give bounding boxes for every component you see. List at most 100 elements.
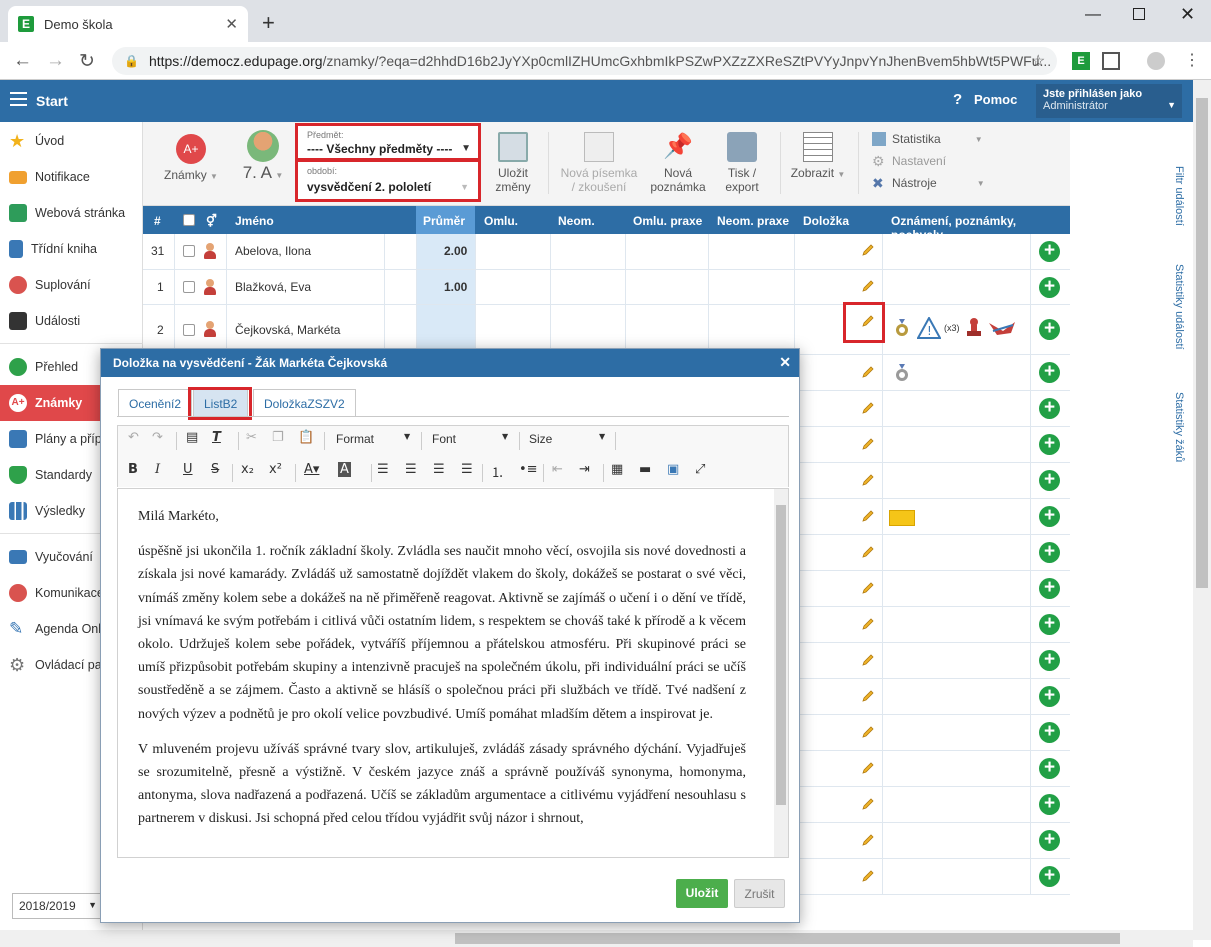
browser-menu-icon[interactable]: ⋮	[1184, 50, 1200, 70]
col-average[interactable]: Průměr	[423, 214, 465, 228]
col-name[interactable]: Jméno	[235, 214, 274, 228]
add-note-icon[interactable]: +	[1039, 398, 1060, 419]
edit-pencil-icon[interactable]	[861, 833, 875, 847]
text-color-icon[interactable]: A▾	[304, 462, 319, 477]
align-right-icon[interactable]: ☰	[433, 462, 445, 477]
add-note-icon[interactable]: +	[1039, 614, 1060, 635]
start-link[interactable]: Start	[36, 93, 68, 109]
edit-pencil-icon[interactable]	[861, 243, 875, 257]
sidebar-item-tridni-kniha[interactable]: Třídní kniha	[0, 231, 143, 267]
add-note-icon[interactable]: +	[1039, 434, 1060, 455]
add-note-icon[interactable]: +	[1039, 506, 1060, 527]
close-window-icon[interactable]: ✕	[1180, 4, 1195, 25]
justify-icon[interactable]: ☰	[461, 462, 473, 477]
statistics-menu[interactable]: Statistika ▼	[872, 132, 983, 146]
help-icon[interactable]: ?	[953, 91, 962, 108]
edit-pencil-icon[interactable]	[861, 473, 875, 487]
subject-select[interactable]: Předmět: ---- Všechny předměty ---- ▼	[295, 123, 481, 161]
underline-icon[interactable]: U	[183, 462, 193, 477]
new-tab-icon[interactable]: +	[262, 10, 275, 36]
outdent-icon[interactable]: ⇤	[552, 462, 563, 477]
minimize-icon[interactable]: —	[1085, 6, 1101, 24]
reload-icon[interactable]: ↻	[79, 50, 95, 73]
cut-icon[interactable]: ✂	[246, 430, 257, 445]
add-note-icon[interactable]: +	[1039, 686, 1060, 707]
align-center-icon[interactable]: ☰	[405, 462, 417, 477]
format-select[interactable]: Format	[336, 432, 374, 446]
close-tab-icon[interactable]: ✕	[225, 15, 238, 33]
user-menu[interactable]: Jste přihlášen jako Administrátor ▼	[1036, 84, 1182, 118]
event-stats-link[interactable]: Statistiky událostí	[1173, 264, 1185, 350]
edit-pencil-icon[interactable]	[861, 617, 875, 631]
add-note-icon[interactable]: +	[1039, 794, 1060, 815]
bullet-list-icon[interactable]: •≡	[519, 462, 538, 477]
rich-text-editor[interactable]: Milá Markéto, úspěšně jsi ukončila 1. ro…	[117, 488, 789, 858]
superscript-icon[interactable]: x²	[269, 462, 282, 477]
italic-icon[interactable]: I	[155, 462, 160, 477]
add-note-icon[interactable]: +	[1039, 542, 1060, 563]
edit-pencil-icon[interactable]	[861, 689, 875, 703]
select-all-checkbox[interactable]	[183, 214, 195, 226]
print-export-button[interactable]: Tisk / export	[716, 132, 768, 194]
sidebar-item-notifikace[interactable]: Notifikace	[0, 159, 143, 195]
page-scrollbar-vertical[interactable]	[1193, 80, 1211, 940]
copy-icon[interactable]: ❐	[272, 430, 284, 445]
redo-icon[interactable]: ↷	[152, 430, 163, 445]
sidebar-item-suplovani[interactable]: Suplování	[0, 267, 143, 303]
editor-scrollbar[interactable]	[774, 489, 788, 857]
edit-pencil-icon[interactable]	[861, 761, 875, 775]
add-note-icon[interactable]: +	[1039, 241, 1060, 262]
screen-capture-icon[interactable]	[1102, 52, 1120, 70]
paste-text-icon[interactable]: ▤	[186, 430, 198, 445]
tab-dolozkazszv2[interactable]: DoložkaZSZV2	[253, 389, 356, 416]
settings-menu[interactable]: ⚙ Nastavení	[872, 154, 946, 168]
tools-menu[interactable]: ✖ Nástroje ▼	[872, 176, 985, 190]
page-scrollbar-horizontal[interactable]	[0, 930, 1193, 947]
add-note-icon[interactable]: +	[1039, 319, 1060, 340]
student-name[interactable]: Abelova, Ilona	[235, 244, 311, 258]
scrollbar-thumb[interactable]	[455, 933, 1120, 944]
table-icon[interactable]: ▦	[611, 462, 623, 477]
filter-events-link[interactable]: Filtr událostí	[1173, 166, 1185, 226]
strikethrough-icon[interactable]: S	[211, 462, 219, 477]
paste-icon[interactable]: 📋	[298, 430, 314, 445]
edit-pencil-icon[interactable]	[861, 365, 875, 379]
maximize-icon[interactable]	[1133, 8, 1145, 20]
save-button[interactable]: Uložit	[676, 879, 728, 908]
edit-pencil-icon[interactable]	[861, 279, 875, 293]
menu-icon[interactable]	[10, 92, 27, 106]
edit-pencil-icon[interactable]	[861, 401, 875, 415]
bookmark-star-icon[interactable]: ☆	[1031, 51, 1045, 71]
row-checkbox[interactable]	[183, 324, 195, 336]
size-select[interactable]: Size	[529, 432, 552, 446]
add-note-icon[interactable]: +	[1039, 578, 1060, 599]
student-stats-link[interactable]: Statistiky žáků	[1173, 392, 1185, 462]
background-color-icon[interactable]: A	[338, 462, 351, 477]
back-icon[interactable]: ←	[13, 50, 32, 72]
subscript-icon[interactable]: x₂	[241, 462, 254, 477]
edit-pencil-icon[interactable]	[861, 869, 875, 883]
edit-pencil-icon[interactable]	[861, 437, 875, 451]
class-selector[interactable]: 7. A ▼	[239, 130, 287, 183]
scrollbar-thumb[interactable]	[1196, 98, 1208, 588]
fullscreen-icon[interactable]: ⤢	[695, 462, 705, 477]
extension-icon[interactable]: E	[1072, 52, 1090, 70]
sidebar-item-webova-stranka[interactable]: Webová stránka	[0, 195, 143, 231]
remove-format-icon[interactable]: T	[212, 430, 221, 445]
bold-icon[interactable]: B	[128, 462, 138, 477]
forward-icon[interactable]: →	[46, 50, 65, 72]
edit-pencil-icon[interactable]	[861, 509, 875, 523]
add-note-icon[interactable]: +	[1039, 362, 1060, 383]
student-name[interactable]: Čejkovská, Markéta	[235, 323, 340, 337]
add-note-icon[interactable]: +	[1039, 277, 1060, 298]
new-note-button[interactable]: 📌 Nová poznámka	[648, 132, 708, 194]
add-note-icon[interactable]: +	[1039, 866, 1060, 887]
edit-pencil-icon[interactable]	[861, 653, 875, 667]
period-select[interactable]: období: vysvědčení 2. pololetí ▼	[295, 159, 481, 202]
align-left-icon[interactable]: ☰	[377, 462, 389, 477]
znamky-menu-button[interactable]: A+ Známky ▼	[161, 134, 221, 184]
media-icon[interactable]: ▬	[639, 462, 651, 477]
save-changes-button[interactable]: Uložit změny	[488, 132, 538, 194]
row-checkbox[interactable]	[183, 245, 195, 257]
tab-oceneni2[interactable]: Ocenění2	[118, 389, 193, 416]
